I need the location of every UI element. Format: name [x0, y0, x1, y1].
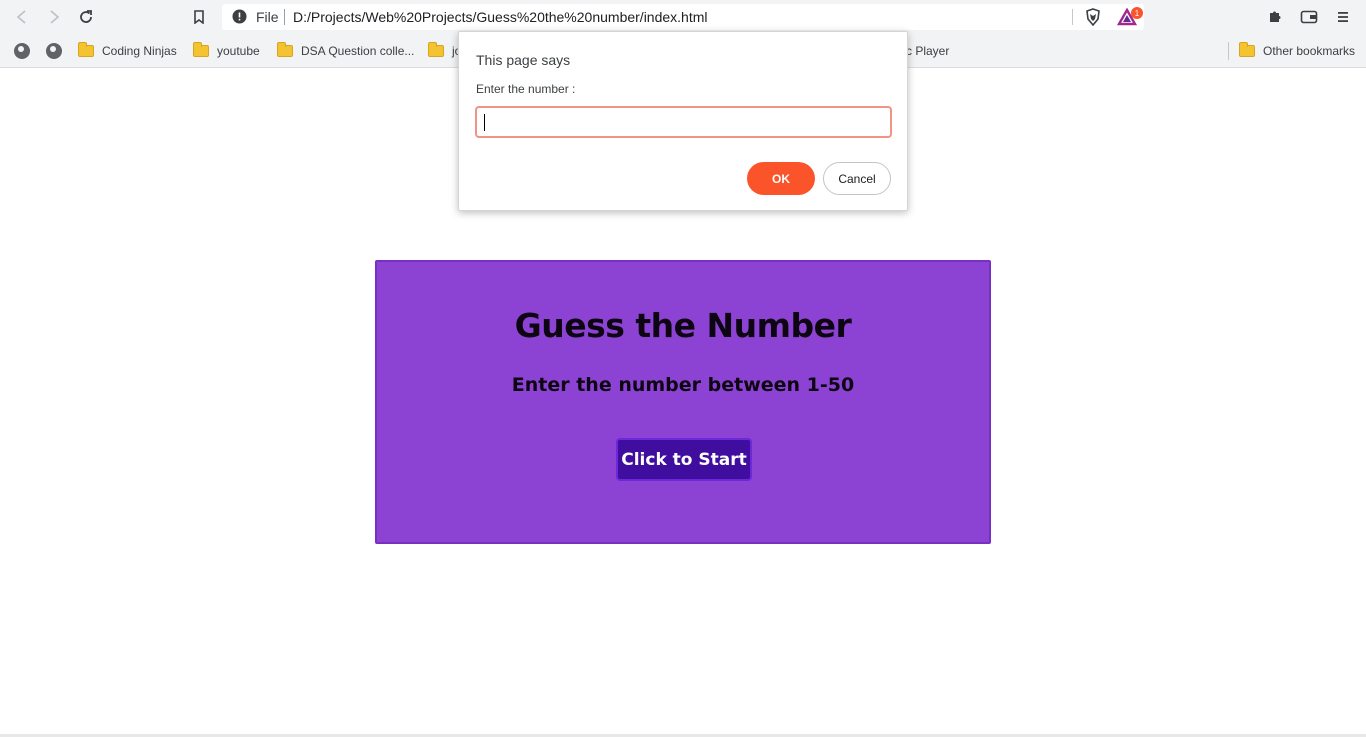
bookmark-other[interactable]: Other bookmarks	[1239, 41, 1355, 61]
folder-icon	[1239, 42, 1255, 57]
bookmark-jo[interactable]: jo	[428, 41, 461, 61]
browser-toolbar: File D:/Projects/Web%20Projects/Guess%20…	[0, 0, 1366, 34]
rewards-badge: 1	[1131, 7, 1143, 19]
wallet-icon[interactable]	[1298, 6, 1320, 28]
extensions-puzzle-icon[interactable]	[1264, 6, 1286, 28]
prompt-dialog: This page says Enter the number : OK Can…	[458, 31, 908, 211]
address-divider	[1072, 9, 1073, 25]
url-text[interactable]: D:/Projects/Web%20Projects/Guess%20the%2…	[293, 9, 708, 25]
address-bar[interactable]: File D:/Projects/Web%20Projects/Guess%20…	[222, 4, 1144, 30]
folder-icon	[78, 42, 94, 57]
scheme-label: File	[256, 9, 279, 25]
menu-icon[interactable]	[1332, 6, 1354, 28]
bookmark-dsa-questions[interactable]: DSA Question colle...	[277, 41, 414, 61]
number-input[interactable]	[475, 106, 892, 138]
address-separator	[284, 9, 285, 25]
bookmark-coding-ninjas[interactable]: Coding Ninjas	[78, 41, 177, 61]
info-icon[interactable]	[232, 9, 247, 24]
page-subtitle: Enter the number between 1-50	[511, 374, 855, 396]
folder-icon	[428, 42, 444, 57]
folder-icon	[193, 42, 209, 57]
bookmark-youtube[interactable]: youtube	[193, 41, 260, 61]
folder-icon	[277, 42, 293, 57]
game-card: Guess the Number Enter the number betwee…	[375, 260, 991, 544]
bookmark-player[interactable]: c Player	[906, 41, 949, 61]
bookmark-icon[interactable]	[188, 6, 210, 28]
ok-button[interactable]: OK	[747, 162, 815, 195]
globe-bookmark-icon[interactable]	[14, 41, 30, 61]
back-arrow-icon[interactable]	[11, 6, 33, 28]
brave-shield-icon[interactable]	[1082, 6, 1104, 28]
page-title: Guess the Number	[514, 306, 852, 345]
reload-icon[interactable]	[75, 6, 97, 28]
forward-arrow-icon[interactable]	[43, 6, 65, 28]
bookmarks-divider	[1228, 42, 1229, 60]
start-button[interactable]: Click to Start	[616, 438, 752, 481]
cancel-button[interactable]: Cancel	[823, 162, 891, 195]
dialog-heading: This page says	[476, 52, 571, 68]
text-caret	[484, 114, 485, 131]
dialog-message: Enter the number :	[476, 82, 576, 96]
globe-bookmark-icon[interactable]	[46, 41, 62, 61]
